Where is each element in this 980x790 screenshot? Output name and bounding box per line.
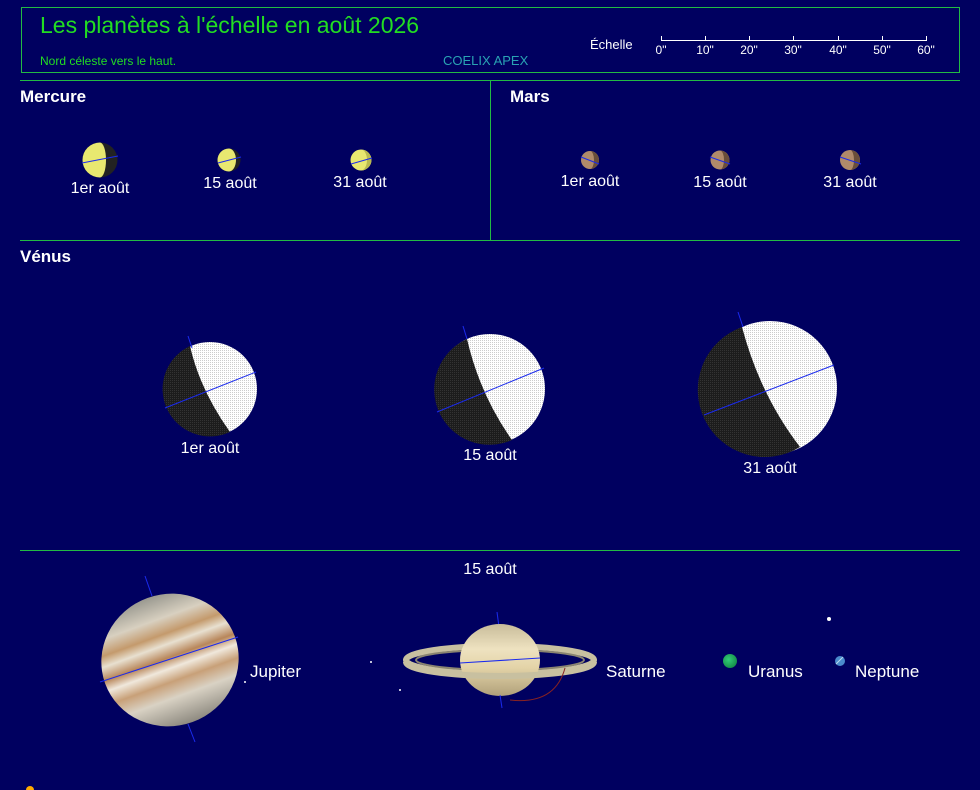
uranus-disk-icon xyxy=(723,654,737,668)
mercury-date-label: 15 août xyxy=(203,175,257,192)
venus-section-title: Vénus xyxy=(20,247,72,266)
saturn-label: Saturne xyxy=(606,662,666,681)
scale-tick-label: 40" xyxy=(829,43,847,57)
venus-phase-icon xyxy=(434,325,545,445)
mercury-date-label: 31 août xyxy=(333,174,387,191)
mars-disk-icon xyxy=(580,151,600,169)
venus-phase-icon xyxy=(162,335,257,437)
scale-tick-label: 10" xyxy=(696,43,714,57)
scale-label: Échelle xyxy=(590,37,633,52)
neptune-label: Neptune xyxy=(855,662,920,681)
scale-tick-label: 0" xyxy=(655,43,667,57)
mercury-phase-icon xyxy=(217,148,242,172)
jupiter-disk-icon xyxy=(99,575,401,743)
saturn-ringed-icon xyxy=(403,611,597,709)
scale-tick-label: 50" xyxy=(873,43,891,57)
venus-date-label: 31 août xyxy=(743,460,797,477)
mercury-phase-icon xyxy=(81,142,119,178)
scale-tick-label: 30" xyxy=(784,43,802,57)
sun-icon xyxy=(26,786,34,790)
outer-planets-date: 15 août xyxy=(463,561,517,578)
mars-disk-icon xyxy=(839,150,862,170)
jupiter-label: Jupiter xyxy=(250,662,302,681)
scale-bar xyxy=(661,36,927,41)
orientation-note: Nord céleste vers le haut. xyxy=(40,54,177,68)
mercury-date-label: 1er août xyxy=(70,180,130,197)
neptune-disk-icon xyxy=(835,656,845,666)
mercury-phase-icon xyxy=(350,149,373,171)
page-title: Les planètes à l'échelle en août 2026 xyxy=(40,12,420,38)
brand-label: COELIX APEX xyxy=(443,53,529,68)
venus-date-label: 1er août xyxy=(180,440,240,457)
mars-date-label: 31 août xyxy=(823,174,877,191)
moon-dot-icon xyxy=(827,617,831,621)
mars-date-label: 1er août xyxy=(560,173,620,190)
scale-tick-label: 20" xyxy=(740,43,758,57)
mercury-section-title: Mercure xyxy=(20,87,87,106)
scale-tick-label: 60" xyxy=(917,43,935,57)
mars-disk-icon xyxy=(709,150,731,170)
layout-frame xyxy=(20,7,960,790)
uranus-label: Uranus xyxy=(748,662,803,681)
mars-date-label: 15 août xyxy=(693,174,747,191)
venus-phase-icon xyxy=(697,311,837,458)
venus-date-label: 15 août xyxy=(463,447,517,464)
mars-section-title: Mars xyxy=(510,87,550,106)
